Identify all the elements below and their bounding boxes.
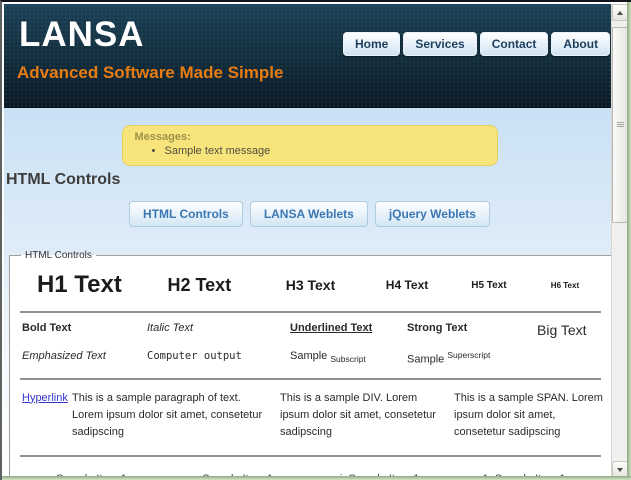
nav-services-button[interactable]: Services <box>403 32 477 56</box>
sample-span: This is a sample SPAN. Lorem ipsum dolor… <box>454 391 603 438</box>
subscript-base: Sample <box>290 350 328 362</box>
h1-sample: H1 Text <box>36 271 122 298</box>
scroll-up-icon <box>617 10 623 15</box>
lansa-logo: LANSA <box>19 15 145 54</box>
page-body: Messages: Sample text message HTML Contr… <box>4 108 615 478</box>
tab-lansa-weblets[interactable]: LANSA Weblets <box>249 201 368 227</box>
underlined-text-sample: Underlined Text <box>290 322 373 334</box>
messages-label: Messages: <box>134 131 191 143</box>
sample-hyperlink[interactable]: Hyperlink <box>22 390 68 407</box>
tab-jquery-weblets[interactable]: jQuery Weblets <box>374 201 490 227</box>
scroll-up-button[interactable] <box>612 4 628 21</box>
scrollbar-grip-icon <box>617 122 624 128</box>
superscript-base: Sample <box>407 353 445 366</box>
paragraph-row: Hyperlink This is a sample paragraph of … <box>18 380 603 455</box>
vertical-scrollbar[interactable] <box>611 4 628 478</box>
scroll-down-icon <box>617 467 623 472</box>
nav-home-button[interactable]: Home <box>343 32 401 56</box>
bold-text-sample: Bold Text <box>22 322 72 334</box>
page-content: LANSA Home Services Contact About Advanc… <box>4 4 615 478</box>
computer-output-sample: Computer output <box>147 350 242 362</box>
main-nav: Home Services Contact About <box>343 32 611 56</box>
h6-sample: H6 Text <box>550 280 580 290</box>
h4-sample: H4 Text <box>385 278 429 292</box>
h2-sample: H2 Text <box>167 274 232 295</box>
italic-text-sample: Italic Text <box>147 322 194 334</box>
subscript-sample: Sample Subscript <box>290 350 407 366</box>
superscript-text: Superscript <box>447 350 491 360</box>
h5-sample: H5 Text <box>471 279 507 291</box>
big-text-sample: Big Text <box>537 322 587 338</box>
nav-about-button[interactable]: About <box>551 32 611 56</box>
tab-html-controls[interactable]: HTML Controls <box>129 201 243 227</box>
h3-sample: H3 Text <box>285 277 336 293</box>
panel-legend: HTML Controls <box>25 250 92 261</box>
site-header: LANSA Home Services Contact About Advanc… <box>4 4 615 108</box>
messages-list: Sample text message <box>165 145 485 158</box>
strong-text-sample: Strong Text <box>407 322 468 334</box>
emphasized-text-sample: Emphasized Text <box>22 350 106 362</box>
page-title: HTML Controls <box>6 171 121 188</box>
superscript-sample: Sample Superscript <box>407 350 537 366</box>
subscript-text: Subscript <box>330 354 366 365</box>
window-frame-bottom <box>2 476 631 480</box>
tab-bar: HTML Controls LANSA Weblets jQuery Weble… <box>4 201 615 227</box>
browser-viewport: LANSA Home Services Contact About Advanc… <box>0 0 631 480</box>
scrollbar-thumb[interactable] <box>612 27 628 223</box>
message-item: Sample text message <box>165 145 485 158</box>
headings-row: H1 Text H2 Text H3 Text H4 Text H5 Text … <box>18 261 603 311</box>
text-styles-grid: Bold Text Italic Text Underlined Text St… <box>18 313 603 378</box>
html-controls-panel: HTML Controls H1 Text H2 Text H3 Text H4… <box>9 250 612 478</box>
empty-cell <box>537 350 603 366</box>
site-tagline: Advanced Software Made Simple <box>17 63 284 82</box>
lists-row: Sample Item 1 Sample Item 2 Sample Item … <box>18 457 603 478</box>
messages-box: Messages: Sample text message <box>121 125 498 166</box>
sample-paragraph: This is a sample paragraph of text. Lore… <box>72 391 263 438</box>
window-frame-right <box>627 2 631 480</box>
nav-contact-button[interactable]: Contact <box>479 32 549 56</box>
sample-div: This is a sample DIV. Lorem ipsum dolor … <box>280 391 436 438</box>
